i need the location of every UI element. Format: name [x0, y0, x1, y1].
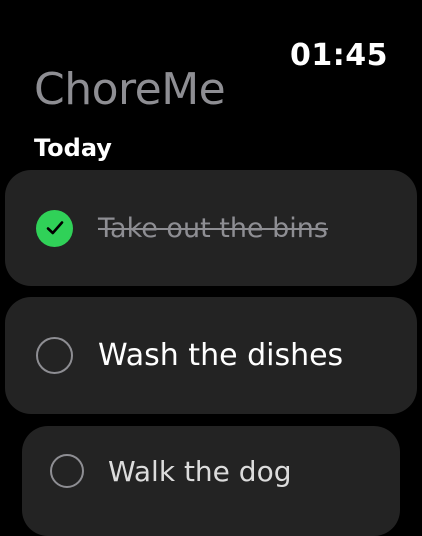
status-clock: 01:45 [290, 38, 388, 73]
section-title: Today [34, 134, 112, 162]
checkmark-circle-icon[interactable] [36, 209, 73, 247]
chore-row-1[interactable]: Take out the bins [5, 170, 417, 286]
chore-label: Take out the bins [98, 212, 328, 244]
checkmark-glyph [46, 221, 63, 235]
chore-label: Wash the dishes [98, 338, 344, 373]
empty-circle-icon[interactable] [50, 454, 84, 488]
chore-row-2[interactable]: Wash the dishes [5, 297, 417, 414]
chore-label: Walk the dog [108, 454, 292, 488]
empty-circle-icon[interactable] [36, 337, 73, 374]
app-title: ChoreMe [34, 64, 226, 115]
chore-row-3[interactable]: Walk the dog [22, 426, 400, 536]
